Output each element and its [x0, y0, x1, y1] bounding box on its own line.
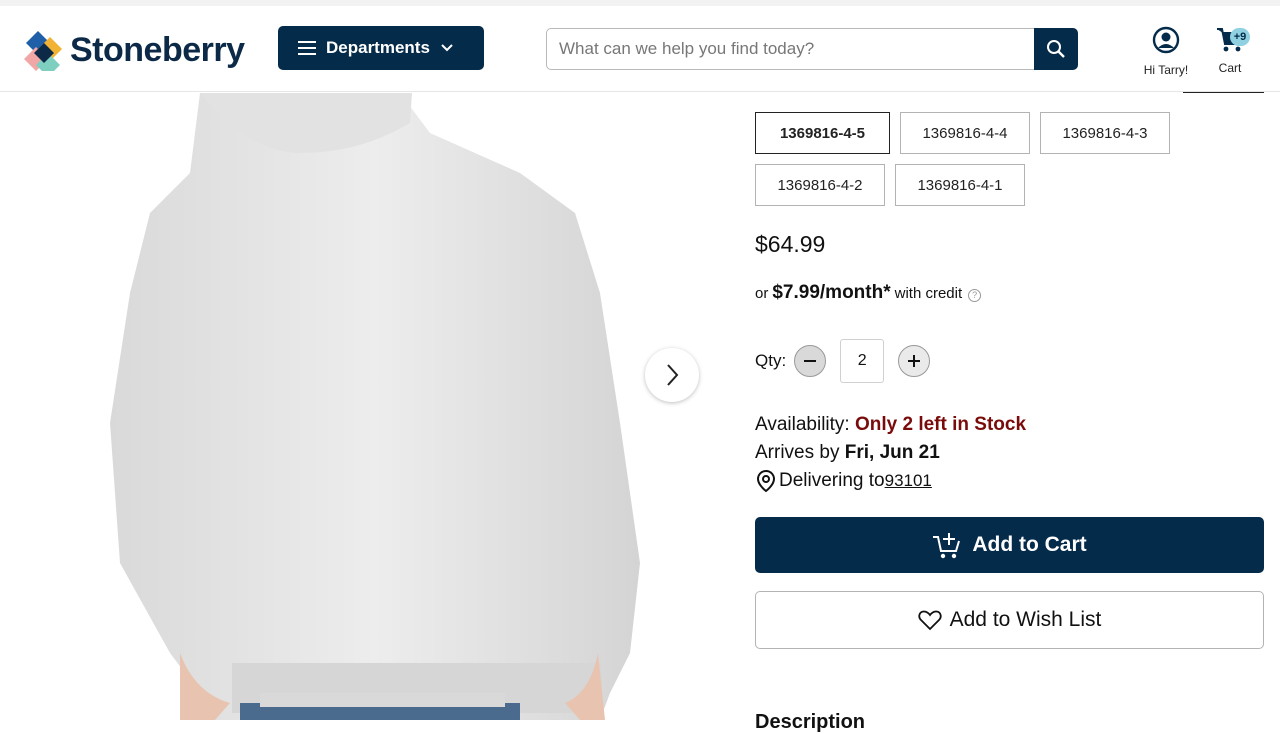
chevron-down-icon — [441, 44, 453, 52]
hoodie-photo — [110, 93, 640, 720]
arrival-label: Arrives by — [755, 442, 840, 463]
departments-label: Departments — [326, 38, 430, 57]
cart-count-badge: +9 — [1230, 28, 1250, 46]
search-input[interactable] — [546, 28, 1035, 70]
delivery-label: Delivering to — [779, 470, 885, 491]
product-price: $64.99 — [755, 231, 826, 257]
wish-list-label: Add to Wish List — [949, 608, 1102, 631]
account-greeting: Hi Tarry! — [1143, 63, 1189, 77]
search-button[interactable] — [1034, 28, 1078, 70]
menu-icon — [298, 41, 316, 55]
cart-label: Cart — [1218, 61, 1242, 75]
arrival-estimate: Arrives by Fri, Jun 21 — [755, 442, 940, 464]
availability: Availability: Only 2 left in Stock — [755, 414, 1026, 436]
arrival-date: Fri, Jun 21 — [844, 442, 940, 463]
minus-icon — [804, 360, 817, 362]
delivery-zip-link[interactable]: 93101 — [885, 471, 932, 491]
sku-option-2[interactable]: 1369816-4-4 — [900, 112, 1030, 154]
add-cart-icon — [933, 533, 961, 559]
qty-input[interactable] — [840, 339, 885, 383]
description-heading[interactable]: Description — [755, 711, 865, 734]
delivery-location: Delivering to 93101 — [755, 469, 932, 493]
qty-label: Qty: — [755, 351, 787, 370]
user-icon — [1152, 26, 1180, 54]
logo-wordmark: Stoneberry — [70, 30, 245, 69]
heart-icon — [918, 610, 942, 631]
sku-option-1[interactable]: 1369816-4-5 — [755, 112, 890, 154]
plus-icon — [908, 355, 921, 367]
help-icon[interactable]: ? — [968, 289, 982, 302]
departments-button[interactable]: Departments — [278, 26, 484, 70]
search-icon — [1047, 40, 1065, 58]
site-header: Stoneberry Departments Hi Tarry! — [0, 6, 1280, 92]
account-menu[interactable]: Hi Tarry! — [1136, 26, 1196, 78]
chevron-right-icon — [667, 364, 679, 386]
location-pin-icon — [756, 469, 776, 493]
product-image[interactable] — [0, 93, 720, 720]
credit-prefix: or — [755, 285, 769, 302]
logo-diamond-icon — [24, 31, 62, 71]
add-to-wish-list-button[interactable]: Add to Wish List — [755, 591, 1264, 649]
stock-status: Only 2 left in Stock — [854, 414, 1027, 435]
add-to-cart-button[interactable]: Add to Cart — [755, 517, 1264, 573]
credit-suffix: with credit — [894, 285, 963, 302]
cart-underline — [1183, 92, 1264, 93]
credit-offer: or $7.99/month* with credit ? — [755, 282, 982, 304]
add-to-cart-label: Add to Cart — [972, 533, 1087, 556]
image-next-button[interactable] — [645, 348, 699, 402]
cart-button[interactable]: +9 Cart — [1206, 26, 1254, 78]
site-logo[interactable]: Stoneberry — [24, 28, 260, 72]
qty-decrease-button[interactable] — [794, 345, 827, 377]
search-bar — [546, 28, 1078, 70]
sku-option-5[interactable]: 1369816-4-1 — [895, 164, 1025, 206]
qty-increase-button[interactable] — [898, 345, 931, 377]
credit-monthly-amount: $7.99/month* — [772, 282, 891, 303]
availability-label: Availability: — [755, 414, 850, 435]
sku-option-3[interactable]: 1369816-4-3 — [1040, 112, 1170, 154]
quantity-stepper: Qty: — [755, 339, 931, 383]
sku-option-4[interactable]: 1369816-4-2 — [755, 164, 885, 206]
